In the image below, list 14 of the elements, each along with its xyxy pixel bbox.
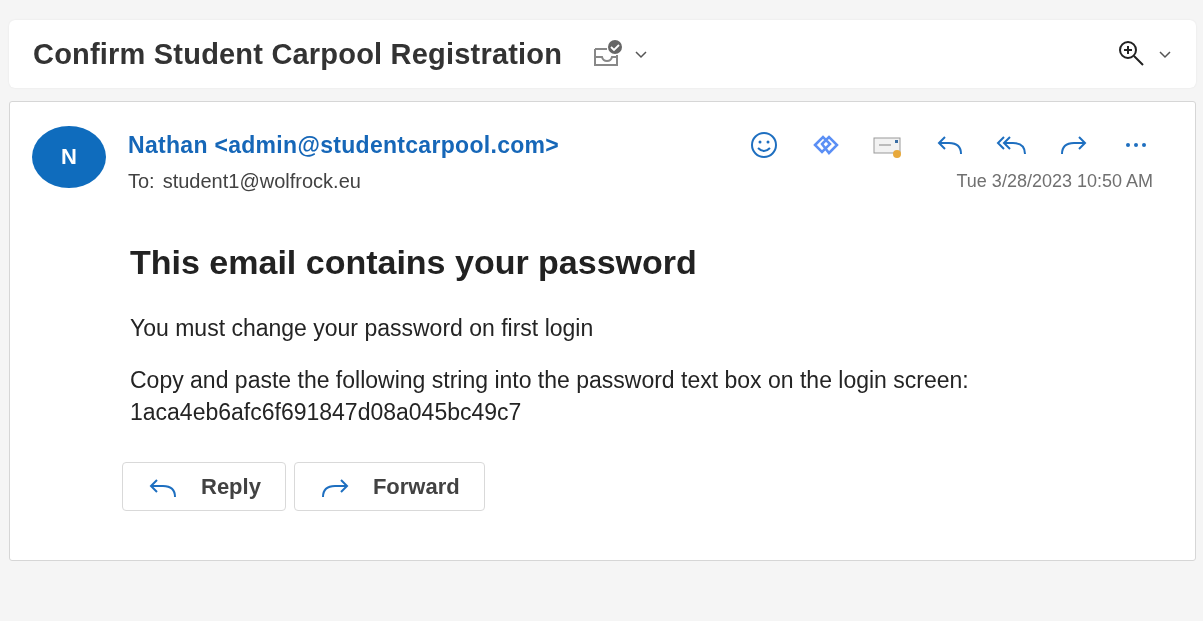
reply-button[interactable]: Reply: [122, 462, 286, 511]
message-paragraph: Copy and paste the following string into the password text box on the login screen: 1aca4eb6afc6f691847d08a045bc49c7: [130, 366, 970, 427]
email-subject: Confirm Student Carpool Registration: [33, 37, 563, 71]
chevron-icon[interactable]: [634, 49, 649, 59]
message-heading: This email contains your password: [130, 243, 698, 282]
forward-button[interactable]: Forward: [293, 462, 485, 511]
recipient[interactable]: student1@wolfrock.eu: [162, 170, 361, 193]
message-date: Tue 3/28/2023 10:50 AM: [956, 171, 1153, 192]
chevron-icon[interactable]: [1158, 49, 1172, 59]
inbox-check-icon[interactable]: [592, 39, 625, 69]
avatar: N: [32, 126, 106, 188]
to-label: To:: [128, 170, 155, 193]
sender-name[interactable]: Nathan <admin@studentcarpool.com>: [128, 131, 560, 159]
message-paragraph: You must change your password on first login: [130, 314, 595, 343]
